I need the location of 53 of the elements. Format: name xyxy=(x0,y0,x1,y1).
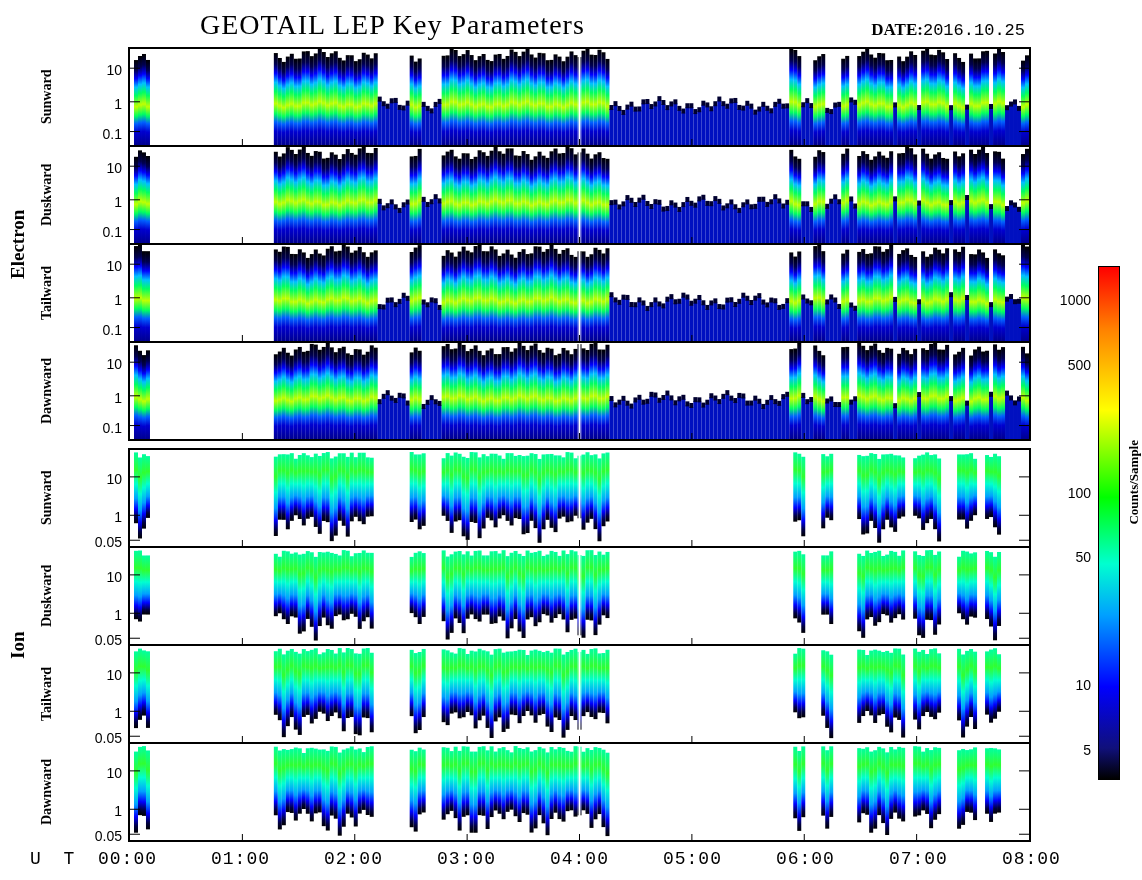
axis-tick-label: 10 xyxy=(106,357,122,372)
axis-tick-label: 1 xyxy=(114,510,122,525)
axis-tick-label: 10 xyxy=(106,667,122,682)
panel-label: Dawnward xyxy=(38,757,55,828)
axis-tick-label: 10 xyxy=(106,569,122,584)
colorbar-tick-label: 50 xyxy=(1075,550,1091,564)
panel-label: Duskward xyxy=(38,563,55,630)
axis-tick-label: 01:00 xyxy=(211,848,270,871)
panel-label: Tailward xyxy=(38,666,55,723)
axis-tick-label: 0.05 xyxy=(94,535,122,550)
chart-title: GEOTAIL LEP Key Parameters xyxy=(200,11,585,39)
colorbar-tick-label: 100 xyxy=(1067,486,1091,500)
axis-tick-label: 0.05 xyxy=(94,731,122,746)
axis-tick-label: 0.1 xyxy=(102,420,122,435)
axis-tick-label: 0.05 xyxy=(94,829,122,844)
panel-label: Sunward xyxy=(38,469,55,528)
panel-label: Tailward xyxy=(38,265,55,322)
axis-tick-label: 10 xyxy=(106,161,122,176)
axis-tick-label: 10 xyxy=(106,471,122,486)
axis-tick-label: 1 xyxy=(114,390,122,405)
colorbar-tick-label: 1000 xyxy=(1059,293,1091,307)
axis-tick-label: 05:00 xyxy=(662,848,722,871)
axis-tick-label: 10 xyxy=(106,259,122,274)
colorbar-tick-label: 5 xyxy=(1083,743,1091,757)
axis-tick-label: 06:00 xyxy=(775,848,835,871)
axis-tick-label: 1 xyxy=(114,292,122,307)
axis-tick-label: 07:00 xyxy=(888,848,948,871)
group-label: Electron xyxy=(5,208,29,281)
axis-tick-label: 1 xyxy=(114,608,122,623)
axis-tick-label: 1 xyxy=(114,804,122,819)
axis-tick-label: 0.1 xyxy=(102,322,122,337)
axis-tick-label: 0.05 xyxy=(94,633,122,648)
colorbar-tick-label: 500 xyxy=(1067,358,1091,372)
axis-tick-label: 08:00 xyxy=(1001,848,1061,871)
panel-label: Sunward xyxy=(38,68,55,127)
axis-tick-label: 02:00 xyxy=(323,848,383,871)
date-label: DATE:2016.10.25 xyxy=(871,18,1025,42)
axis-tick-label: 1 xyxy=(114,194,122,209)
colorbar-title: Counts/Sample xyxy=(1125,440,1142,525)
group-label: Ion xyxy=(5,630,29,661)
axis-tick-label: 1 xyxy=(114,706,122,721)
axis-label: U T xyxy=(30,848,81,871)
colorbar-tick-label: 10 xyxy=(1075,678,1091,692)
axis-tick-label: 0.1 xyxy=(102,224,122,239)
axis-tick-label: 10 xyxy=(106,63,122,78)
panel-label: Duskward xyxy=(38,162,55,229)
panel-label: Dawnward xyxy=(38,356,55,427)
axis-tick-label: 0.1 xyxy=(102,126,122,141)
axis-tick-label: 00:00 xyxy=(98,848,157,871)
axis-tick-label: 1 xyxy=(114,96,122,111)
axis-tick-label: 03:00 xyxy=(436,848,496,871)
axis-tick-label: 04:00 xyxy=(549,848,609,871)
axis-tick-label: 10 xyxy=(106,765,122,780)
